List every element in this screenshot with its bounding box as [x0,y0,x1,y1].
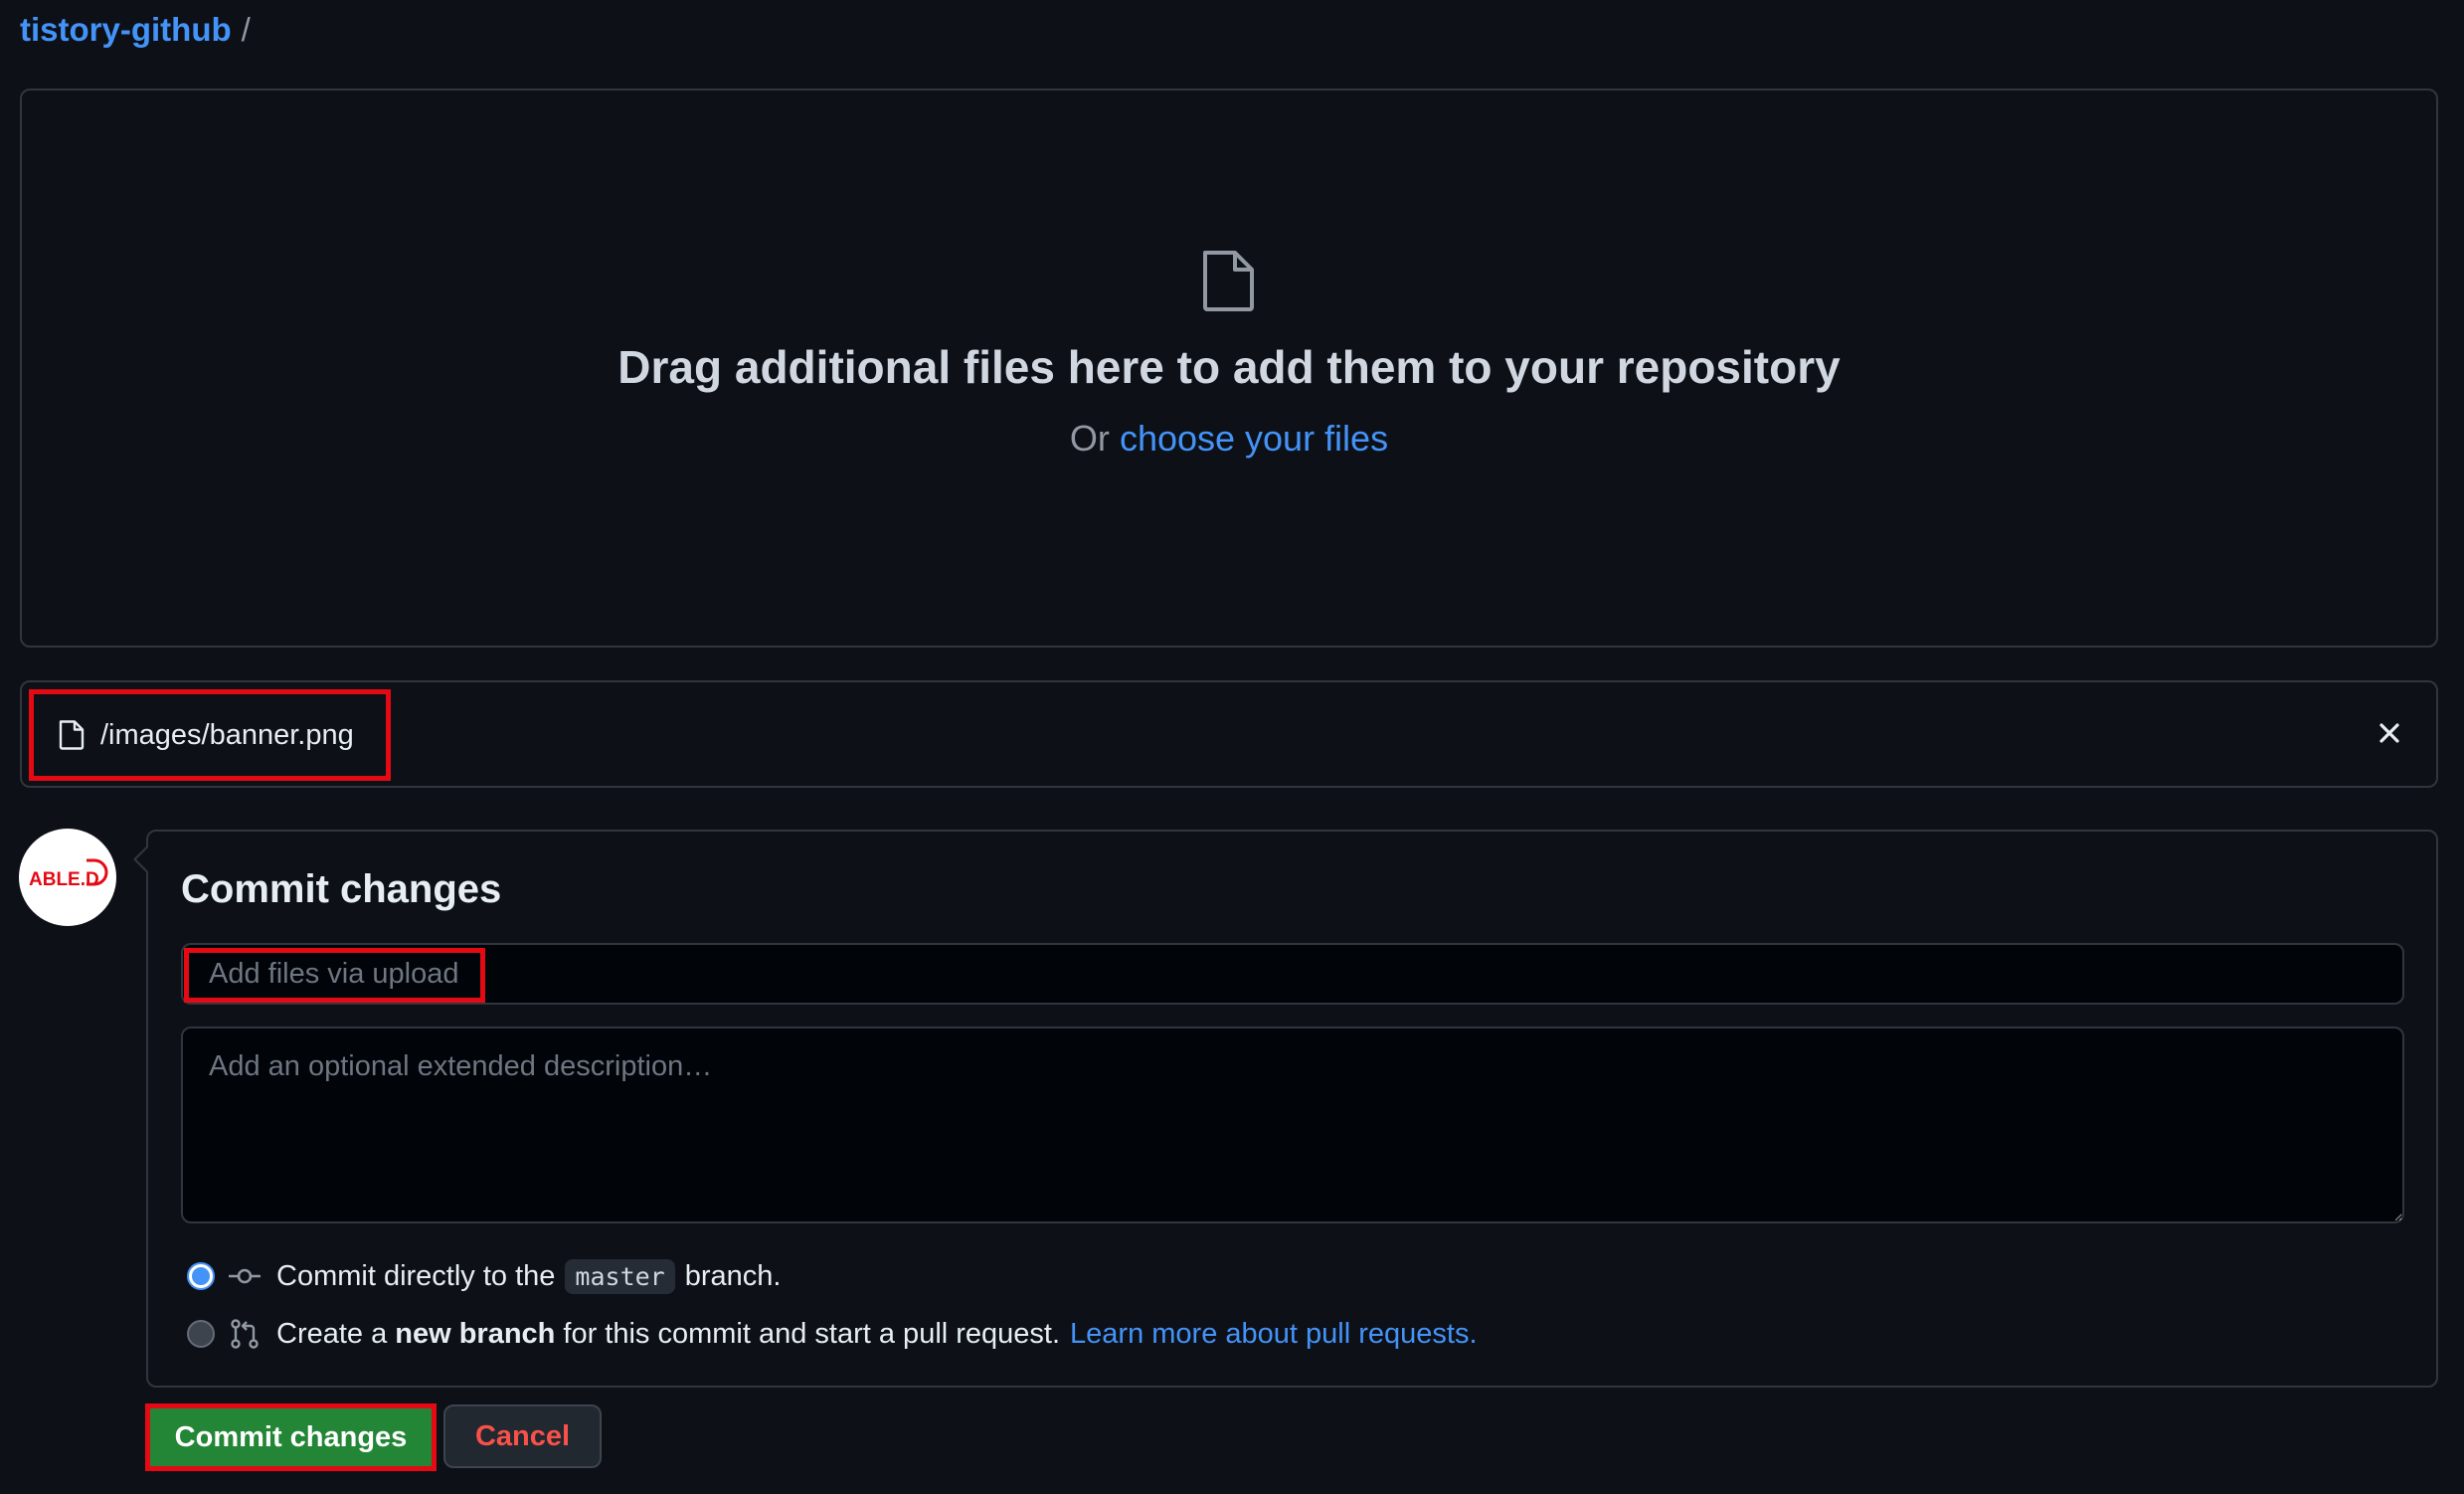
cancel-button[interactable]: Cancel [443,1404,602,1468]
commit-box-caret-inner [136,847,148,871]
file-icon [59,720,85,750]
drop-zone-subtitle: Or choose your files [20,418,2438,460]
option-commit-direct[interactable]: Commit directly to the master branch. [187,1256,781,1296]
uploaded-file-item: /images/banner.png [29,689,391,781]
file-icon [1203,251,1254,311]
avatar[interactable]: ABLE.D [19,829,116,926]
commit-description-input[interactable] [181,1027,2404,1223]
new-branch-bold: new branch [395,1317,556,1350]
commit-direct-prefix: Commit directly to the [276,1259,556,1292]
uploaded-file-name: /images/banner.png [100,718,354,751]
radio-new-branch[interactable] [187,1320,215,1348]
svg-text:ABLE.D: ABLE.D [29,869,99,890]
breadcrumb-separator: / [241,11,251,48]
new-branch-prefix: Create a [276,1317,388,1350]
commit-direct-suffix: branch. [684,1259,782,1292]
choose-files-link[interactable]: choose your files [1120,418,1388,459]
or-text: Or [1069,418,1110,459]
git-pull-request-icon [231,1319,259,1349]
close-icon[interactable] [2373,716,2406,750]
commit-title: Commit changes [181,867,502,911]
commit-changes-button[interactable]: Commit changes [145,1403,437,1471]
option-new-branch[interactable]: Create a new branch for this commit and … [187,1314,1478,1354]
drop-zone-title: Drag additional files here to add them t… [617,341,1841,393]
radio-commit-direct[interactable] [187,1262,215,1290]
commit-summary-input[interactable] [181,943,2404,1005]
git-commit-icon [229,1268,261,1284]
repo-link[interactable]: tistory-github [20,11,232,49]
breadcrumb: tistory-github / [20,8,251,52]
branch-name: master [565,1258,675,1294]
new-branch-suffix: for this commit and start a pull request… [563,1317,1061,1350]
avatar-logo: ABLE.D [29,858,108,890]
learn-more-pull-requests-link[interactable]: Learn more about pull requests. [1070,1318,1477,1351]
